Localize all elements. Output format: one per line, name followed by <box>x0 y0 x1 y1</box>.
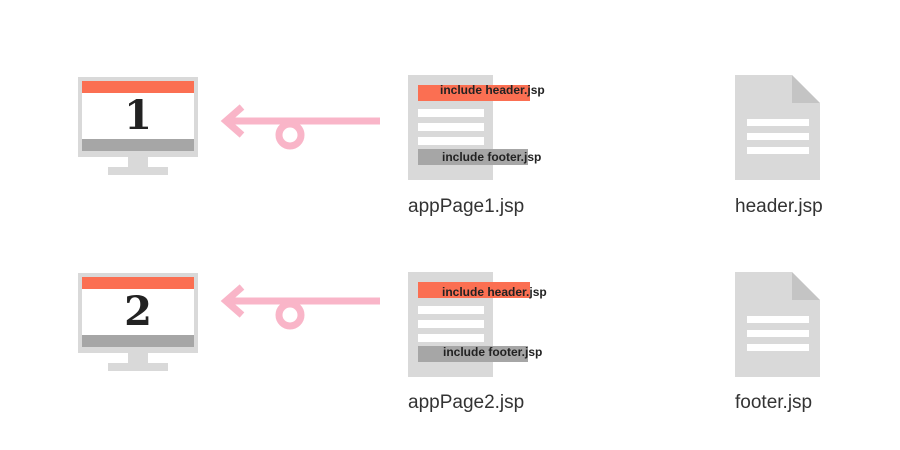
screen-footer-bar <box>82 335 194 347</box>
file-name-label: header.jsp <box>735 196 823 217</box>
monitor-stand <box>108 167 168 175</box>
include-footer-label: include footer.jsp <box>442 150 542 164</box>
content-line <box>418 123 484 131</box>
content-line <box>418 334 484 342</box>
file-icon <box>735 75 820 180</box>
jsp-file-name: appPage1.jsp <box>408 196 525 217</box>
monitor-neck <box>128 157 148 167</box>
loop-arrow-left-icon <box>220 284 380 330</box>
monitor-stand <box>108 363 168 371</box>
jsp-file-name: appPage2.jsp <box>408 392 525 413</box>
content-line <box>418 137 484 145</box>
content-line <box>418 306 484 314</box>
screen-content: 1 <box>82 81 194 151</box>
include-footer-label: include footer.jsp <box>443 345 543 359</box>
file-name-label: footer.jsp <box>735 392 813 413</box>
screen-footer-bar <box>82 139 194 151</box>
content-line <box>418 109 484 117</box>
screen-content: 2 <box>82 277 194 347</box>
page-number-label: 1 <box>124 92 152 139</box>
monitor-screen: 1 <box>78 77 198 157</box>
monitor-icon: 2 <box>78 273 198 373</box>
monitor-screen: 2 <box>78 273 198 353</box>
file-icon <box>735 272 820 377</box>
jsp-document: include header.jsp include footer.jsp <box>408 272 558 382</box>
include-header-label: include header.jsp <box>442 285 547 299</box>
loop-arrow-left-icon <box>220 104 380 150</box>
content-line <box>418 320 484 328</box>
jsp-document: include header.jsp include footer.jsp <box>408 75 558 185</box>
include-header-label: include header.jsp <box>440 83 545 97</box>
monitor-icon: 1 <box>78 77 198 177</box>
monitor-neck <box>128 353 148 363</box>
page-number-label: 2 <box>124 288 152 335</box>
